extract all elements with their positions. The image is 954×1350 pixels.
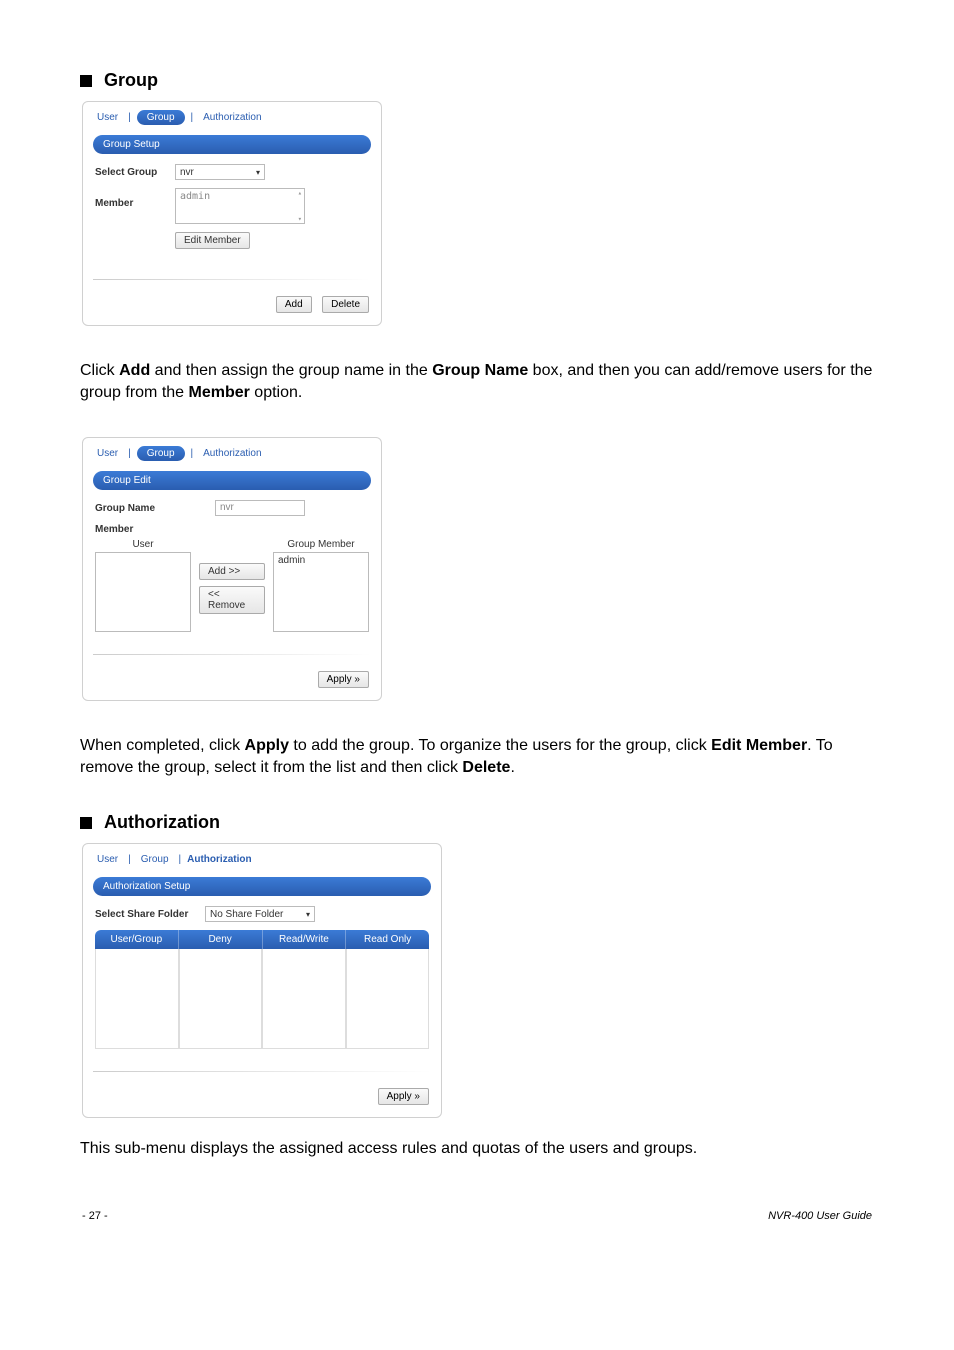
apply-button[interactable]: Apply » (318, 671, 369, 688)
divider (93, 1071, 431, 1072)
tab-authorization[interactable]: Authorization (199, 446, 265, 461)
paragraph-authorization: This sub-menu displays the assigned acce… (80, 1138, 874, 1160)
tab-authorization[interactable]: Authorization (199, 110, 265, 125)
add-button[interactable]: Add (276, 296, 312, 313)
add-to-group-button[interactable]: Add >> (199, 563, 265, 580)
group-edit-header: Group Edit (93, 471, 371, 490)
remove-from-group-button[interactable]: << Remove (199, 586, 265, 614)
bullet-icon (80, 817, 92, 829)
tab-group[interactable]: Group (137, 110, 185, 125)
tab-user[interactable]: User (93, 852, 122, 867)
tab-group[interactable]: Group (137, 446, 185, 461)
col-deny: Deny (179, 930, 263, 949)
group-name-label: Group Name (95, 503, 175, 514)
member-listbox[interactable]: admin ▴▾ (175, 188, 305, 224)
select-group-label: Select Group (95, 167, 175, 178)
select-group-value: nvr (180, 167, 194, 178)
chevron-down-icon: ▾ (306, 910, 310, 919)
edit-member-button[interactable]: Edit Member (175, 232, 250, 249)
authorization-table-body (95, 949, 429, 1049)
delete-button[interactable]: Delete (322, 296, 369, 313)
page-footer: - 27 - NVR-400 User Guide (80, 1210, 874, 1222)
select-share-folder-label: Select Share Folder (95, 909, 205, 920)
group-setup-panel: User | Group | Authorization Group Setup… (82, 101, 382, 326)
user-column-label: User (132, 539, 153, 550)
tab-sep: | (128, 112, 131, 123)
member-value: admin (180, 191, 210, 202)
table-cell[interactable] (95, 949, 179, 1049)
tab-group[interactable]: Group (137, 852, 173, 867)
scroll-arrows-icon[interactable]: ▴▾ (298, 189, 302, 223)
table-cell[interactable] (346, 949, 430, 1049)
group-setup-header: Group Setup (93, 135, 371, 154)
group-name-input[interactable]: nvr (215, 500, 305, 516)
select-share-folder-dropdown[interactable]: No Share Folder ▾ (205, 906, 315, 922)
member-label: Member (95, 524, 369, 535)
page-number: - 27 - (82, 1210, 108, 1222)
tab-sep: | (191, 448, 194, 459)
member-label: Member (95, 188, 175, 209)
bullet-icon (80, 75, 92, 87)
tab-user[interactable]: User (93, 446, 122, 461)
col-read-write: Read/Write (263, 930, 347, 949)
table-cell[interactable] (262, 949, 346, 1049)
paragraph-group-apply: When completed, click Apply to add the g… (80, 735, 874, 778)
paragraph-group-add: Click Add and then assign the group name… (80, 360, 874, 403)
section-title-authorization: Authorization (104, 812, 220, 833)
authorization-panel: User | Group | Authorization Authorizati… (82, 843, 442, 1118)
apply-button[interactable]: Apply » (378, 1088, 429, 1105)
group-member-listbox[interactable]: admin (273, 552, 369, 632)
group-member-value: admin (278, 555, 305, 566)
tab-user[interactable]: User (93, 110, 122, 125)
select-group-dropdown[interactable]: nvr ▾ (175, 164, 265, 180)
select-share-folder-value: No Share Folder (210, 909, 283, 920)
tab-sep: | (179, 854, 182, 865)
tab-sep: | (191, 112, 194, 123)
group-edit-panel: User | Group | Authorization Group Edit … (82, 437, 382, 701)
chevron-down-icon: ▾ (256, 168, 260, 177)
tab-authorization[interactable]: Authorization (187, 854, 251, 865)
authorization-table-header: User/Group Deny Read/Write Read Only (95, 930, 429, 949)
divider (93, 654, 371, 655)
guide-title: NVR-400 User Guide (768, 1210, 872, 1222)
divider (93, 279, 371, 280)
tab-sep: | (128, 854, 131, 865)
user-listbox[interactable] (95, 552, 191, 632)
group-member-column-label: Group Member (287, 539, 354, 550)
col-read-only: Read Only (346, 930, 429, 949)
section-title-group: Group (104, 70, 158, 91)
col-user-group: User/Group (95, 930, 179, 949)
table-cell[interactable] (179, 949, 263, 1049)
tab-sep: | (128, 448, 131, 459)
authorization-setup-header: Authorization Setup (93, 877, 431, 896)
